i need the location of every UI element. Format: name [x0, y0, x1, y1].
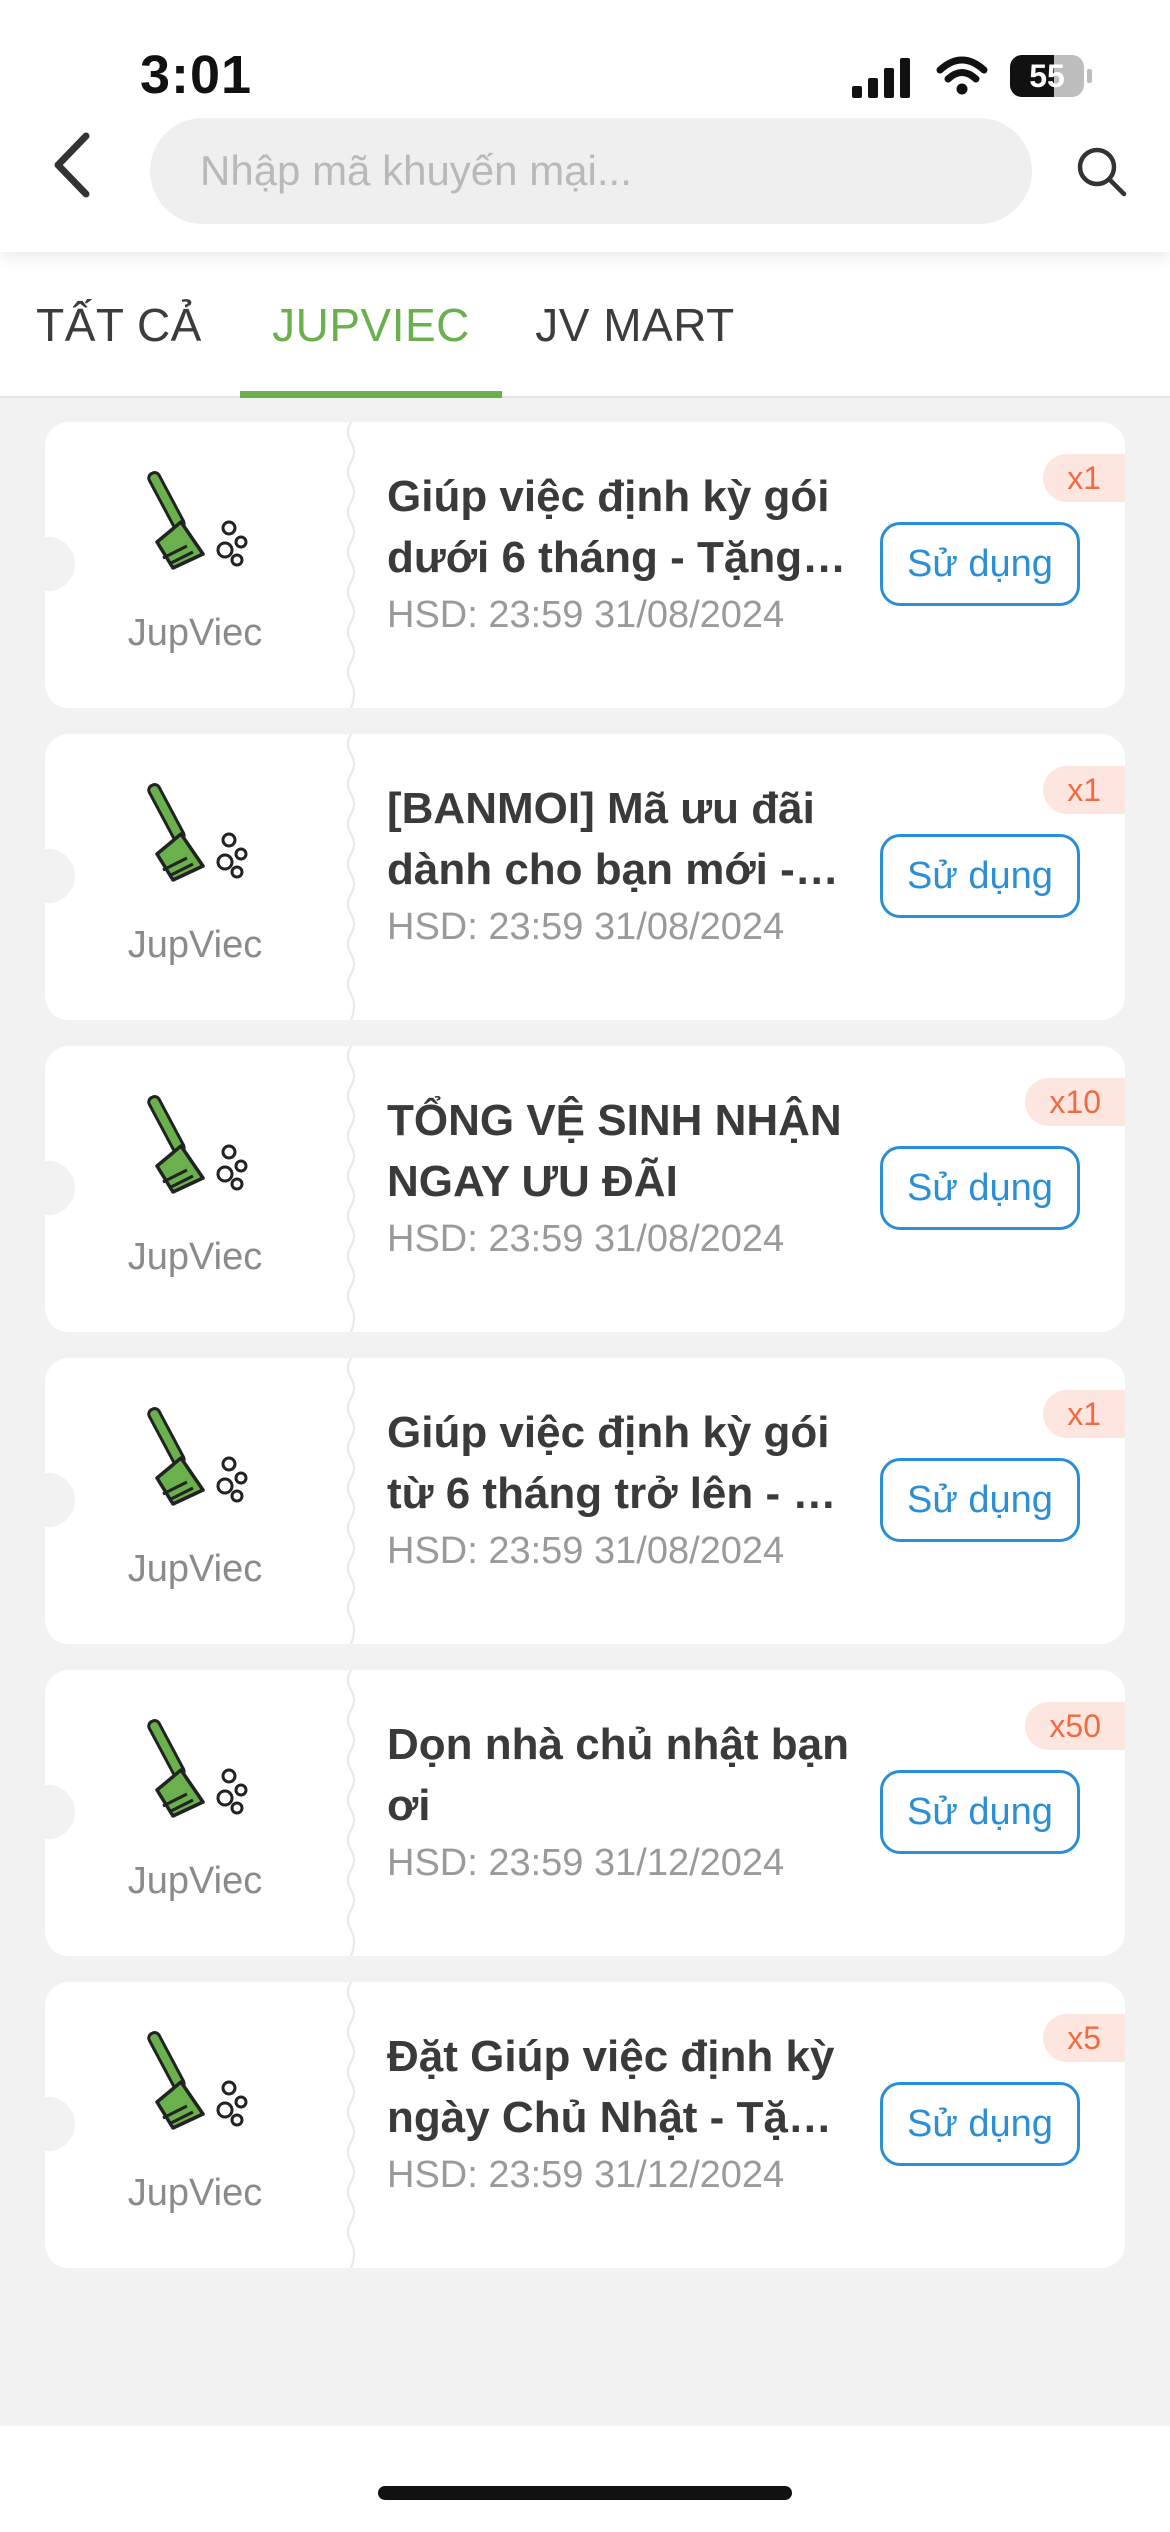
use-voucher-button[interactable]: Sử dụng [880, 834, 1080, 918]
voucher-card[interactable]: JupViec Giúp việc định kỳ gói dưới 6 thá… [45, 422, 1125, 708]
voucher-info: TỔNG VỆ SINH NHẬN NGAY ƯU ĐÃI HSD: 23:59… [387, 1090, 857, 1261]
voucher-info: Dọn nhà chủ nhật bạn ơi HSD: 23:59 31/12… [387, 1714, 857, 1885]
use-voucher-button[interactable]: Sử dụng [880, 2082, 1080, 2166]
bottom-safe-area [0, 2426, 1170, 2532]
active-tab-indicator [240, 391, 502, 398]
voucher-info: Đặt Giúp việc định kỳ ngày Chủ Nhật - Tặ… [387, 2026, 857, 2197]
broom-icon [147, 1407, 248, 1506]
tab-label: TẤT CẢ [36, 299, 202, 351]
app-header: 3:01 55 Nhập mã khuyến mại... [0, 0, 1170, 252]
tab-jupviec[interactable]: JUPVIEC [240, 252, 502, 398]
voucher-card[interactable]: JupViec Dọn nhà chủ nhật bạn ơi HSD: 23:… [45, 1670, 1125, 1956]
brand-name: JupViec [127, 1548, 263, 1590]
cellular-signal-icon [852, 58, 910, 98]
voucher-card[interactable]: JupViec Đặt Giúp việc định kỳ ngày Chủ N… [45, 1982, 1125, 2268]
use-voucher-button[interactable]: Sử dụng [880, 522, 1080, 606]
use-voucher-button[interactable]: Sử dụng [880, 1146, 1080, 1230]
quantity-badge: x1 [1043, 454, 1125, 502]
promo-code-search-input[interactable]: Nhập mã khuyến mại... [150, 118, 1032, 224]
brand-block: JupViec [45, 1046, 345, 1332]
voucher-expiry: HSD: 23:59 31/08/2024 [387, 594, 785, 636]
tab-label: JV MART [535, 299, 735, 351]
voucher-title: Giúp việc định kỳ gói dưới 6 tháng - Tặn… [387, 472, 830, 582]
voucher-card[interactable]: JupViec TỔNG VỆ SINH NHẬN NGAY ƯU ĐÃI HS… [45, 1046, 1125, 1332]
use-voucher-button[interactable]: Sử dụng [880, 1458, 1080, 1542]
voucher-list: JupViec Giúp việc định kỳ gói dưới 6 thá… [45, 422, 1125, 2294]
voucher-card[interactable]: JupViec Giúp việc định kỳ gói từ 6 tháng… [45, 1358, 1125, 1644]
home-indicator[interactable] [378, 2486, 792, 2500]
voucher-expiry: HSD: 23:59 31/12/2024 [387, 2154, 785, 2196]
ticket-divider [347, 1982, 355, 2268]
back-button[interactable] [36, 120, 108, 210]
brand-block: JupViec [45, 1982, 345, 2268]
voucher-title: Dọn nhà chủ nhật bạn ơi [387, 1720, 849, 1830]
ticket-divider [347, 1046, 355, 1332]
brand-block: JupViec [45, 1670, 345, 1956]
voucher-expiry: HSD: 23:59 31/08/2024 [387, 1530, 785, 1572]
tab-label: JUPVIEC [272, 299, 470, 351]
broom-icon [147, 1719, 248, 1818]
broom-icon [147, 783, 248, 882]
brand-name: JupViec [127, 924, 263, 966]
quantity-badge: x5 [1043, 2014, 1125, 2062]
voucher-info: Giúp việc định kỳ gói dưới 6 tháng - Tặn… [387, 466, 857, 637]
voucher-title: [BANMOI] Mã ưu đãi dành cho bạn mới - gi… [387, 784, 815, 894]
ticket-divider [347, 1358, 355, 1644]
battery-level: 55 [1029, 58, 1065, 94]
broom-icon [147, 1095, 248, 1194]
brand-name: JupViec [127, 1860, 263, 1902]
voucher-expiry: HSD: 23:59 31/08/2024 [387, 1218, 785, 1260]
tab-jv-mart[interactable]: JV MART [530, 252, 740, 398]
voucher-title: TỔNG VỆ SINH NHẬN NGAY ƯU ĐÃI [387, 1096, 842, 1206]
quantity-badge: x1 [1043, 1390, 1125, 1438]
quantity-badge: x1 [1043, 766, 1125, 814]
voucher-expiry: HSD: 23:59 31/12/2024 [387, 1842, 785, 1884]
ticket-divider [347, 1670, 355, 1956]
search-button[interactable] [1066, 136, 1138, 208]
wifi-icon [936, 56, 988, 95]
ticket-divider [347, 734, 355, 1020]
voucher-expiry: HSD: 23:59 31/08/2024 [387, 906, 785, 948]
voucher-title: Giúp việc định kỳ gói từ 6 tháng trở lên… [387, 1408, 852, 1518]
broom-icon [147, 471, 248, 570]
search-icon [1077, 147, 1127, 197]
quantity-badge: x50 [1025, 1702, 1125, 1750]
brand-name: JupViec [127, 2172, 263, 2214]
voucher-title: Đặt Giúp việc định kỳ ngày Chủ Nhật - Tặ… [387, 2032, 842, 2142]
quantity-badge: x10 [1025, 1078, 1125, 1126]
status-time: 3:01 [140, 45, 253, 105]
category-tabs: TẤT CẢ JUPVIEC JV MART [0, 252, 1170, 398]
brand-block: JupViec [45, 1358, 345, 1644]
chevron-left-icon [54, 132, 90, 198]
tab-all[interactable]: TẤT CẢ [24, 252, 214, 398]
brand-block: JupViec [45, 734, 345, 1020]
brand-name: JupViec [127, 612, 263, 654]
use-voucher-button[interactable]: Sử dụng [880, 1770, 1080, 1854]
brand-block: JupViec [45, 422, 345, 708]
voucher-info: Giúp việc định kỳ gói từ 6 tháng trở lên… [387, 1402, 857, 1573]
ticket-divider [347, 422, 355, 708]
voucher-info: [BANMOI] Mã ưu đãi dành cho bạn mới - gi… [387, 778, 857, 949]
search-placeholder: Nhập mã khuyến mại... [200, 147, 632, 194]
voucher-card[interactable]: JupViec [BANMOI] Mã ưu đãi dành cho bạn … [45, 734, 1125, 1020]
brand-name: JupViec [127, 1236, 263, 1278]
broom-icon [147, 2031, 248, 2130]
